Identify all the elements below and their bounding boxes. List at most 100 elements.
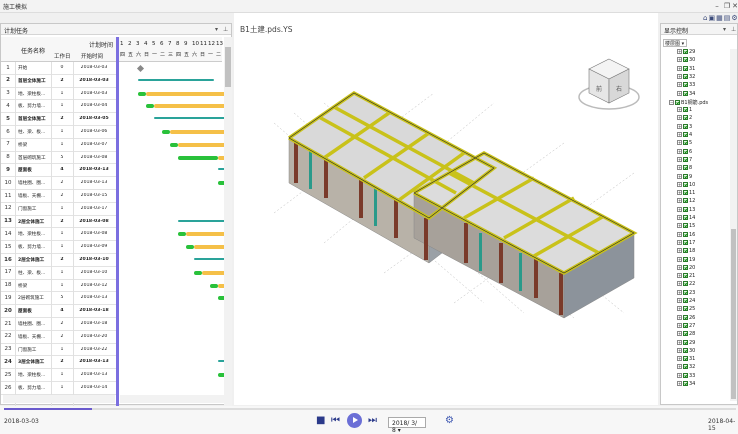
table-row[interactable]: 4 板、剪力墙... 1 2018-03-04 (1, 100, 116, 114)
gantt-hscroll[interactable] (120, 395, 224, 403)
checkbox[interactable] (683, 215, 688, 220)
expand-icon[interactable]: + (677, 49, 682, 54)
tree-item[interactable]: +27 (677, 322, 695, 330)
task-bar[interactable] (146, 104, 154, 109)
checkbox[interactable] (683, 264, 688, 270)
checkbox[interactable] (683, 82, 688, 88)
checkbox[interactable] (683, 298, 688, 303)
3d-viewport[interactable]: B1土建.pds.YS 前 右 (234, 13, 658, 405)
task-bar[interactable] (194, 270, 202, 275)
fast-forward-icon[interactable]: ⏭ (368, 415, 377, 427)
grid-hscroll[interactable] (3, 395, 115, 403)
checkbox[interactable] (683, 364, 688, 370)
tree-item[interactable]: +34 (677, 90, 695, 98)
expand-icon[interactable]: + (677, 372, 682, 378)
task-bar[interactable] (162, 130, 170, 134)
checkbox[interactable] (683, 132, 688, 137)
checkbox[interactable] (683, 381, 688, 386)
checkbox[interactable] (683, 73, 688, 79)
summary-bar[interactable] (138, 78, 214, 81)
expand-icon[interactable]: + (677, 314, 682, 320)
timeline-slider[interactable] (4, 408, 736, 410)
table-row[interactable]: 9 屋面板 4 2018-03-13 (1, 164, 116, 178)
close-button[interactable]: ✕ (731, 2, 738, 10)
checkbox[interactable] (683, 314, 688, 320)
checkbox[interactable] (683, 372, 688, 378)
tree-item[interactable]: +5 (677, 140, 692, 147)
tree-item[interactable]: +30 (677, 57, 695, 64)
checkbox[interactable] (683, 107, 688, 113)
table-row[interactable]: 11 墙板、天棚... 2 2018-03-15 (1, 190, 116, 203)
tree-item[interactable]: +31 (677, 65, 695, 73)
tree-item[interactable]: +34 (677, 381, 695, 388)
checkbox[interactable] (683, 248, 688, 254)
expand-icon[interactable]: + (677, 115, 682, 121)
expand-icon[interactable]: + (677, 206, 682, 212)
checkbox[interactable] (683, 57, 688, 63)
checkbox[interactable] (683, 223, 688, 229)
tree-item[interactable]: +12 (677, 198, 695, 205)
checkbox[interactable] (683, 65, 688, 71)
stop-icon[interactable]: ■ (316, 415, 325, 427)
checkbox[interactable] (683, 256, 688, 262)
expand-icon[interactable]: + (677, 223, 682, 229)
table-row[interactable]: 5 首层全体施工 2 2018-03-05 (1, 113, 116, 126)
checkbox[interactable] (683, 281, 688, 287)
play-button[interactable] (347, 413, 362, 428)
tree-item[interactable]: +22 (677, 281, 695, 288)
expand-icon[interactable]: + (677, 298, 682, 303)
expand-icon[interactable]: + (677, 264, 682, 270)
milestone-marker[interactable] (136, 64, 145, 73)
tree-item[interactable]: +11 (677, 190, 695, 197)
tree-item[interactable]: +29 (677, 49, 695, 56)
expand-icon[interactable]: + (677, 256, 682, 262)
checkbox[interactable] (683, 140, 688, 146)
summary-bar[interactable] (154, 117, 230, 120)
expand-icon[interactable]: + (677, 57, 682, 63)
table-row[interactable]: 15 板、剪力墙... 1 2018-03-09 (1, 241, 116, 254)
grid-splitter[interactable] (116, 37, 119, 415)
pin-icon[interactable]: ⊥ (223, 26, 228, 33)
checkbox[interactable] (683, 173, 688, 179)
expand-icon[interactable]: + (677, 73, 682, 79)
expand-icon[interactable]: + (677, 289, 682, 295)
expand-icon[interactable]: + (677, 364, 682, 370)
checkbox[interactable] (683, 181, 688, 187)
tree-item[interactable]: +30 (677, 347, 695, 355)
checkbox[interactable] (683, 289, 688, 295)
tree-item[interactable]: +31 (677, 356, 695, 363)
checkbox[interactable] (683, 190, 688, 196)
tree-item[interactable]: +25 (677, 306, 695, 313)
pin-icon[interactable]: ⊥ (731, 26, 736, 33)
tree-item[interactable]: +18 (677, 248, 695, 255)
vertical-scrollbar[interactable] (224, 37, 232, 407)
task-bar[interactable] (210, 283, 218, 288)
checkbox[interactable] (683, 165, 688, 171)
settings-icon[interactable]: ⚙ (731, 14, 738, 22)
tree-item[interactable]: +32 (677, 73, 695, 81)
task-bar[interactable] (186, 245, 194, 250)
tree-item[interactable]: +32 (677, 364, 695, 371)
tree-item[interactable]: +2 (677, 115, 692, 122)
table-row[interactable]: 8 首层砌筑施工 5 2018-03-08 (1, 152, 116, 165)
expand-icon[interactable]: + (677, 82, 682, 88)
checkbox[interactable] (683, 356, 688, 362)
expand-icon[interactable]: + (677, 190, 682, 196)
table-row[interactable]: 12 门窗施工 1 2018-03-17 (1, 203, 116, 216)
tree-item[interactable]: +20 (677, 264, 695, 272)
table-row[interactable]: 6 柱、梁、板... 1 2018-03-06 (1, 126, 116, 139)
table-row[interactable]: 18 桥梁 1 2018-03-12 (1, 280, 116, 293)
table-row[interactable]: 16 2层全体施工 2 2018-03-10 (1, 254, 116, 267)
table-row[interactable]: 22 墙板、天棚... 2 2018-03-20 (1, 331, 116, 344)
tree-item[interactable]: +16 (677, 231, 695, 239)
col-start[interactable]: 开始时间 (81, 52, 103, 60)
tree-item[interactable]: +23 (677, 289, 695, 297)
tree-item[interactable]: +8 (677, 165, 692, 172)
minimize-button[interactable]: – (713, 2, 721, 10)
expand-icon[interactable]: + (677, 198, 682, 204)
expand-icon[interactable]: + (677, 181, 682, 187)
task-bar[interactable] (138, 91, 146, 96)
col-duration[interactable]: 工作日 (54, 52, 71, 60)
tree-item[interactable]: +1 (677, 107, 692, 114)
expand-icon[interactable]: + (677, 273, 682, 279)
